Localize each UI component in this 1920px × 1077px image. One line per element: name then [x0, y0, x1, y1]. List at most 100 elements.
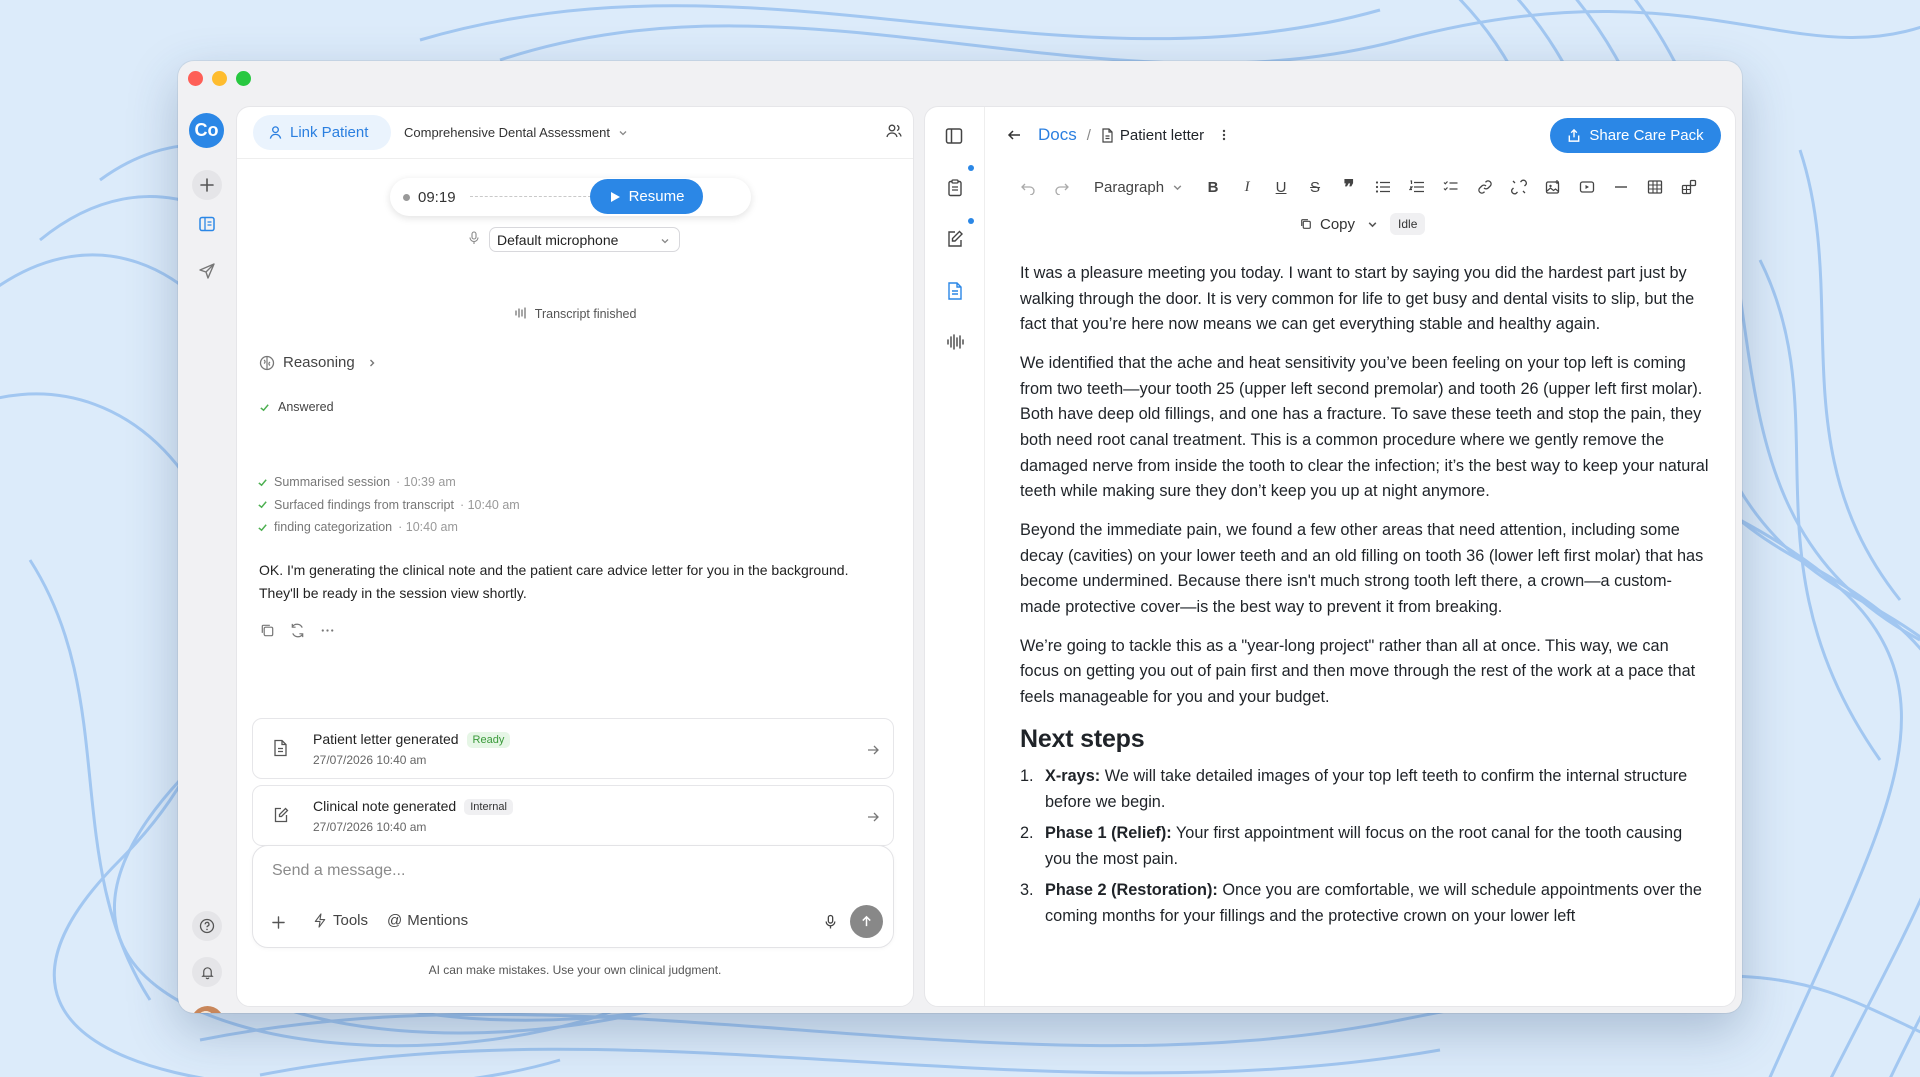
microphone-select[interactable]: Default microphone — [489, 227, 680, 252]
clipboard-icon[interactable] — [944, 177, 966, 199]
card-title: Clinical note generated — [313, 798, 457, 814]
chevron-down-icon[interactable] — [1367, 219, 1378, 230]
chevron-right-icon — [369, 359, 375, 366]
assistant-message: OK. I'm generating the clinical note and… — [259, 562, 849, 601]
check-icon — [260, 403, 269, 411]
numbered-list-icon[interactable] — [1407, 177, 1427, 197]
sessions-panel-button[interactable] — [192, 209, 222, 239]
strikethrough-icon[interactable]: S — [1305, 177, 1325, 197]
share-label: Share Care Pack — [1589, 127, 1704, 144]
insert-block-icon[interactable] — [1679, 177, 1699, 197]
copy-icon — [1301, 219, 1311, 229]
back-arrow-icon[interactable] — [1007, 128, 1022, 142]
copy-icon[interactable] — [259, 622, 276, 639]
list-item: 3. Phase 2 (Restoration): Once you are co… — [1020, 878, 1710, 929]
left-rail: Co — [178, 101, 236, 1013]
link-patient-button[interactable]: Link Patient — [253, 115, 391, 150]
letter-paragraph: Beyond the immediate pain, we found a fe… — [1020, 520, 1704, 617]
list-item-title: Phase 1 (Relief): — [1045, 824, 1172, 843]
insert-image-icon[interactable] — [1543, 177, 1563, 197]
check-icon — [258, 524, 267, 532]
user-avatar[interactable] — [191, 1006, 224, 1013]
maximize-window-button[interactable] — [236, 71, 251, 86]
undo-icon[interactable] — [1018, 177, 1038, 197]
plus-icon[interactable] — [272, 916, 285, 929]
document-icon — [1102, 127, 1113, 143]
chevron-down-icon — [1173, 184, 1182, 190]
copy-button[interactable]: Copy — [1291, 211, 1363, 237]
session-title-dropdown[interactable]: Comprehensive Dental Assessment — [404, 125, 628, 140]
recorder-bar: 09:19 Resume — [390, 178, 751, 216]
italic-icon[interactable]: I — [1237, 177, 1257, 197]
list-number: 1. — [1020, 767, 1034, 786]
more-vertical-icon[interactable] — [1218, 128, 1230, 142]
bullet-list-icon[interactable] — [1373, 177, 1393, 197]
share-icon — [1568, 128, 1580, 142]
notifications-button[interactable] — [192, 957, 222, 987]
brain-icon — [259, 355, 275, 370]
card-date: 27/07/2026 10:40 am — [313, 820, 427, 834]
edit-document-icon — [274, 807, 289, 823]
document-icon — [274, 739, 287, 757]
audio-waveform-icon[interactable] — [944, 331, 966, 353]
message-composer: Send a message... Tools @ Mentions — [252, 845, 894, 948]
close-window-button[interactable] — [188, 71, 203, 86]
help-button[interactable] — [192, 911, 222, 941]
page-title: Patient letter — [1119, 126, 1205, 144]
help-icon — [199, 918, 215, 934]
microphone-icon[interactable] — [824, 914, 837, 930]
block-type-select[interactable]: Paragraph — [1094, 179, 1183, 196]
quote-icon[interactable]: ❞ — [1339, 177, 1359, 199]
checklist-icon[interactable] — [1441, 177, 1461, 197]
section-heading: Next steps — [1020, 724, 1145, 753]
message-input[interactable]: Send a message... — [272, 862, 405, 880]
edit-note-icon[interactable] — [944, 228, 966, 250]
activity-step: Surfaced findings from transcript · 10:40… — [257, 494, 520, 517]
step-time: · 10:40 am — [398, 520, 458, 535]
participants-button[interactable] — [885, 122, 903, 145]
list-item-title: Phase 2 (Restoration): — [1045, 881, 1218, 900]
resume-label: Resume — [628, 188, 685, 205]
letter-paragraph: It was a pleasure meeting you today. I w… — [1020, 264, 1695, 334]
table-icon[interactable] — [1645, 177, 1665, 197]
bell-icon — [200, 966, 214, 979]
toggle-sidebar-icon[interactable] — [943, 125, 965, 147]
horizontal-rule-icon[interactable] — [1611, 177, 1631, 197]
play-icon — [610, 191, 620, 202]
mentions-label: Mentions — [407, 912, 469, 929]
user-icon — [269, 126, 282, 139]
answered-status: Answered — [259, 400, 334, 414]
refresh-icon[interactable] — [289, 622, 306, 639]
send-message-button[interactable] — [850, 905, 883, 938]
insert-video-icon[interactable] — [1577, 177, 1597, 197]
check-icon — [258, 479, 267, 487]
resume-button[interactable]: Resume — [590, 179, 703, 214]
breadcrumb: Docs / Patient letter — [1007, 121, 1230, 149]
activity-step: Summarised session · 10:39 am — [257, 471, 520, 494]
clinical-note-card[interactable]: Clinical note generated Internal 27/07/20… — [252, 785, 894, 846]
bold-icon[interactable]: B — [1203, 177, 1223, 197]
unlink-icon[interactable] — [1509, 177, 1529, 197]
tools-button[interactable]: Tools — [313, 912, 368, 929]
document-icon[interactable] — [944, 280, 966, 302]
list-item: 1. X-rays: We will take detailed images o… — [1020, 764, 1710, 815]
status-badge: Ready — [466, 732, 511, 748]
list-item-text: We will take detailed images of your top… — [1045, 767, 1688, 812]
underline-icon[interactable]: U — [1271, 177, 1291, 197]
patient-letter-card[interactable]: Patient letter generated Ready 27/07/2026… — [252, 718, 894, 779]
breadcrumb-docs-link[interactable]: Docs — [1038, 125, 1077, 145]
redo-icon[interactable] — [1052, 177, 1072, 197]
minimize-window-button[interactable] — [212, 71, 227, 86]
list-number: 3. — [1020, 881, 1034, 900]
reasoning-toggle[interactable]: Reasoning — [259, 354, 377, 371]
send-nav-button[interactable] — [192, 256, 222, 286]
link-icon[interactable] — [1475, 177, 1495, 197]
session-title: Comprehensive Dental Assessment — [404, 125, 610, 140]
new-session-button[interactable] — [192, 170, 222, 200]
share-care-pack-button[interactable]: Share Care Pack — [1550, 118, 1721, 153]
mentions-button[interactable]: @ Mentions — [387, 912, 468, 929]
app-logo[interactable]: Co — [189, 113, 224, 148]
message-actions — [259, 622, 336, 639]
check-icon — [258, 501, 267, 509]
more-options-icon[interactable] — [319, 622, 336, 639]
